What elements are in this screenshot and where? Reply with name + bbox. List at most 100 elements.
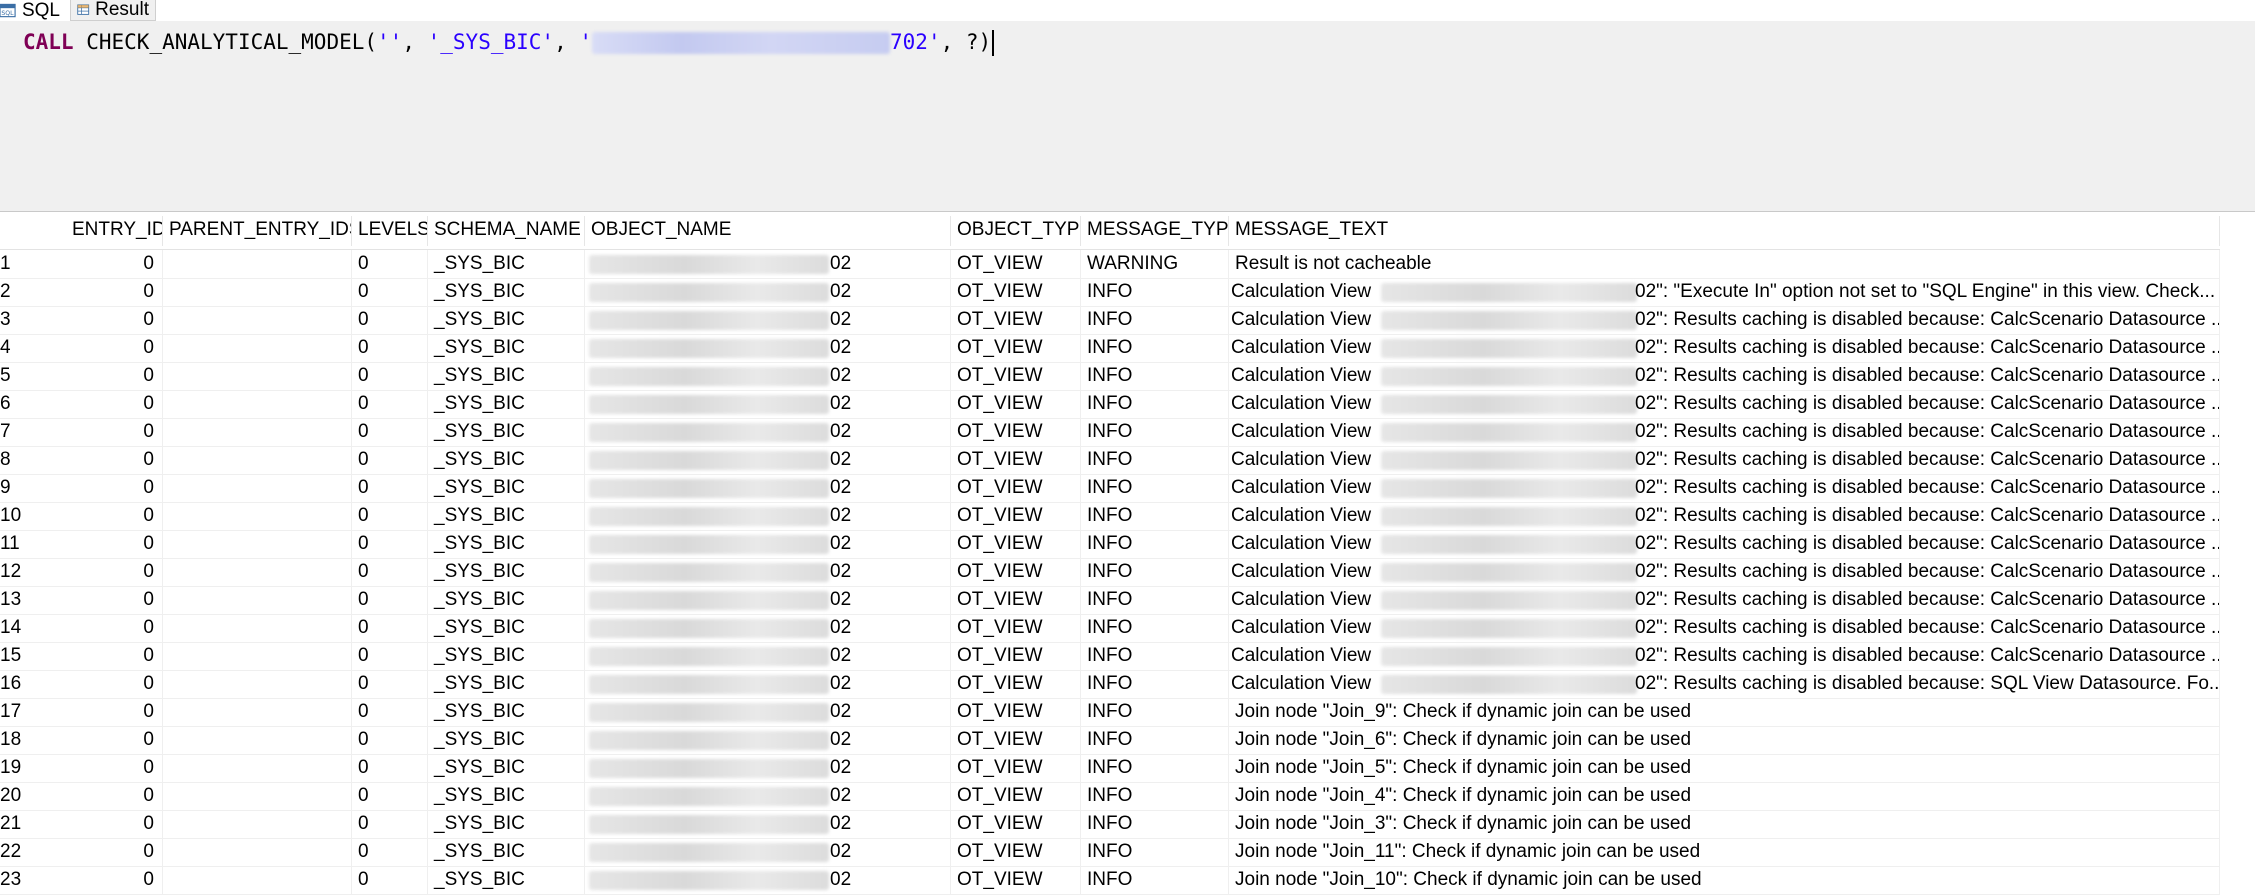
cell-message-type[interactable]: INFO [1081, 474, 1229, 502]
col-header-object-name[interactable]: OBJECT_NAME [585, 216, 951, 246]
cell-entry-id[interactable]: 0 [66, 418, 163, 446]
cell-schema-name[interactable]: _SYS_BIC [428, 474, 585, 502]
cell-message-type[interactable]: INFO [1081, 586, 1229, 614]
cell-message-text[interactable]: Calculation View 02": Results caching is … [1229, 642, 2220, 670]
row-number[interactable]: 7 [0, 418, 66, 446]
cell-entry-id[interactable]: 0 [66, 530, 163, 558]
cell-object-name[interactable]: 02 [585, 754, 951, 782]
table-row[interactable]: 8 0 0 _SYS_BIC 02 OT_VIEW INFO Calculation View… [0, 446, 2220, 475]
table-row[interactable]: 12 0 0 _SYS_BIC 02 OT_VIEW INFO Calculation Vie… [0, 558, 2220, 587]
cell-schema-name[interactable]: _SYS_BIC [428, 558, 585, 586]
row-number[interactable]: 12 [0, 558, 66, 586]
cell-object-name[interactable]: 02 [585, 782, 951, 810]
cell-object-name[interactable]: 02 [585, 586, 951, 614]
cell-object-name[interactable]: 02 [585, 810, 951, 838]
cell-object-name[interactable]: 02 [585, 558, 951, 586]
cell-parent-entry-ids[interactable] [163, 250, 352, 278]
cell-entry-id[interactable]: 0 [66, 586, 163, 614]
cell-object-name[interactable]: 02 [585, 418, 951, 446]
cell-object-type[interactable]: OT_VIEW [951, 334, 1081, 362]
cell-schema-name[interactable]: _SYS_BIC [428, 614, 585, 642]
cell-object-name[interactable]: 02 [585, 642, 951, 670]
row-number[interactable]: 10 [0, 502, 66, 530]
cell-message-type[interactable]: INFO [1081, 390, 1229, 418]
cell-levels[interactable]: 0 [352, 390, 428, 418]
cell-levels[interactable]: 0 [352, 502, 428, 530]
cell-object-name[interactable]: 02 [585, 306, 951, 334]
cell-message-text[interactable]: Calculation View 02": Results caching is … [1229, 418, 2220, 446]
table-row[interactable]: 4 0 0 _SYS_BIC 02 OT_VIEW INFO Calculation View… [0, 334, 2220, 363]
cell-levels[interactable]: 0 [352, 278, 428, 306]
cell-parent-entry-ids[interactable] [163, 474, 352, 502]
cell-entry-id[interactable]: 0 [66, 502, 163, 530]
cell-object-type[interactable]: OT_VIEW [951, 250, 1081, 278]
cell-message-type[interactable]: INFO [1081, 838, 1229, 866]
cell-entry-id[interactable]: 0 [66, 754, 163, 782]
cell-message-type[interactable]: INFO [1081, 306, 1229, 334]
cell-levels[interactable]: 0 [352, 418, 428, 446]
table-row[interactable]: 18 0 0 _SYS_BIC 02 OT_VIEW INFO Join node "Join… [0, 726, 2220, 755]
cell-object-name[interactable]: 02 [585, 390, 951, 418]
table-row[interactable]: 10 0 0 _SYS_BIC 02 OT_VIEW INFO Calculation Vie… [0, 502, 2220, 531]
cell-entry-id[interactable]: 0 [66, 474, 163, 502]
cell-parent-entry-ids[interactable] [163, 698, 352, 726]
cell-schema-name[interactable]: _SYS_BIC [428, 278, 585, 306]
cell-object-type[interactable]: OT_VIEW [951, 642, 1081, 670]
cell-levels[interactable]: 0 [352, 614, 428, 642]
cell-entry-id[interactable]: 0 [66, 306, 163, 334]
cell-object-type[interactable]: OT_VIEW [951, 810, 1081, 838]
cell-object-name[interactable]: 02 [585, 446, 951, 474]
table-row[interactable]: 13 0 0 _SYS_BIC 02 OT_VIEW INFO Calculation Vie… [0, 586, 2220, 615]
cell-schema-name[interactable]: _SYS_BIC [428, 642, 585, 670]
cell-object-type[interactable]: OT_VIEW [951, 698, 1081, 726]
cell-entry-id[interactable]: 0 [66, 838, 163, 866]
row-number[interactable]: 17 [0, 698, 66, 726]
cell-entry-id[interactable]: 0 [66, 250, 163, 278]
table-row[interactable]: 23 0 0 _SYS_BIC 02 OT_VIEW INFO Join node "Join… [0, 866, 2220, 895]
table-row[interactable]: 17 0 0 _SYS_BIC 02 OT_VIEW INFO Join node "Join… [0, 698, 2220, 727]
cell-message-type[interactable]: INFO [1081, 334, 1229, 362]
cell-levels[interactable]: 0 [352, 810, 428, 838]
cell-parent-entry-ids[interactable] [163, 670, 352, 698]
cell-levels[interactable]: 0 [352, 838, 428, 866]
cell-entry-id[interactable]: 0 [66, 866, 163, 894]
table-row[interactable]: 22 0 0 _SYS_BIC 02 OT_VIEW INFO Join node "Join… [0, 838, 2220, 867]
row-number[interactable]: 16 [0, 670, 66, 698]
cell-levels[interactable]: 0 [352, 586, 428, 614]
cell-parent-entry-ids[interactable] [163, 558, 352, 586]
cell-schema-name[interactable]: _SYS_BIC [428, 810, 585, 838]
cell-entry-id[interactable]: 0 [66, 390, 163, 418]
cell-message-text[interactable]: Calculation View 02": "Execute In" option… [1229, 278, 2220, 306]
cell-levels[interactable]: 0 [352, 250, 428, 278]
cell-object-type[interactable]: OT_VIEW [951, 754, 1081, 782]
cell-object-name[interactable]: 02 [585, 362, 951, 390]
cell-object-type[interactable]: OT_VIEW [951, 474, 1081, 502]
cell-levels[interactable]: 0 [352, 726, 428, 754]
col-header-message-text[interactable]: MESSAGE_TEXT [1229, 216, 2220, 246]
result-grid[interactable]: ENTRY_ID PARENT_ENTRY_IDS LEVELS SCHEMA_… [0, 212, 2255, 895]
cell-levels[interactable]: 0 [352, 754, 428, 782]
tab-result[interactable]: Result [70, 0, 156, 21]
cell-object-type[interactable]: OT_VIEW [951, 586, 1081, 614]
cell-levels[interactable]: 0 [352, 474, 428, 502]
cell-levels[interactable]: 0 [352, 334, 428, 362]
cell-schema-name[interactable]: _SYS_BIC [428, 502, 585, 530]
cell-message-type[interactable]: INFO [1081, 418, 1229, 446]
cell-parent-entry-ids[interactable] [163, 530, 352, 558]
cell-schema-name[interactable]: _SYS_BIC [428, 530, 585, 558]
cell-message-type[interactable]: INFO [1081, 362, 1229, 390]
cell-levels[interactable]: 0 [352, 530, 428, 558]
col-header-object-type[interactable]: OBJECT_TYPE [951, 216, 1081, 246]
cell-object-type[interactable]: OT_VIEW [951, 502, 1081, 530]
cell-message-text[interactable]: Calculation View 02": Results caching is … [1229, 614, 2220, 642]
cell-parent-entry-ids[interactable] [163, 726, 352, 754]
cell-message-type[interactable]: INFO [1081, 698, 1229, 726]
cell-schema-name[interactable]: _SYS_BIC [428, 250, 585, 278]
table-row[interactable]: 20 0 0 _SYS_BIC 02 OT_VIEW INFO Join node "Join… [0, 782, 2220, 811]
cell-message-text[interactable]: Calculation View 02": Results caching is … [1229, 390, 2220, 418]
cell-message-type[interactable]: INFO [1081, 530, 1229, 558]
cell-message-type[interactable]: INFO [1081, 558, 1229, 586]
cell-object-name[interactable]: 02 [585, 474, 951, 502]
cell-object-type[interactable]: OT_VIEW [951, 782, 1081, 810]
row-number[interactable]: 23 [0, 866, 66, 894]
